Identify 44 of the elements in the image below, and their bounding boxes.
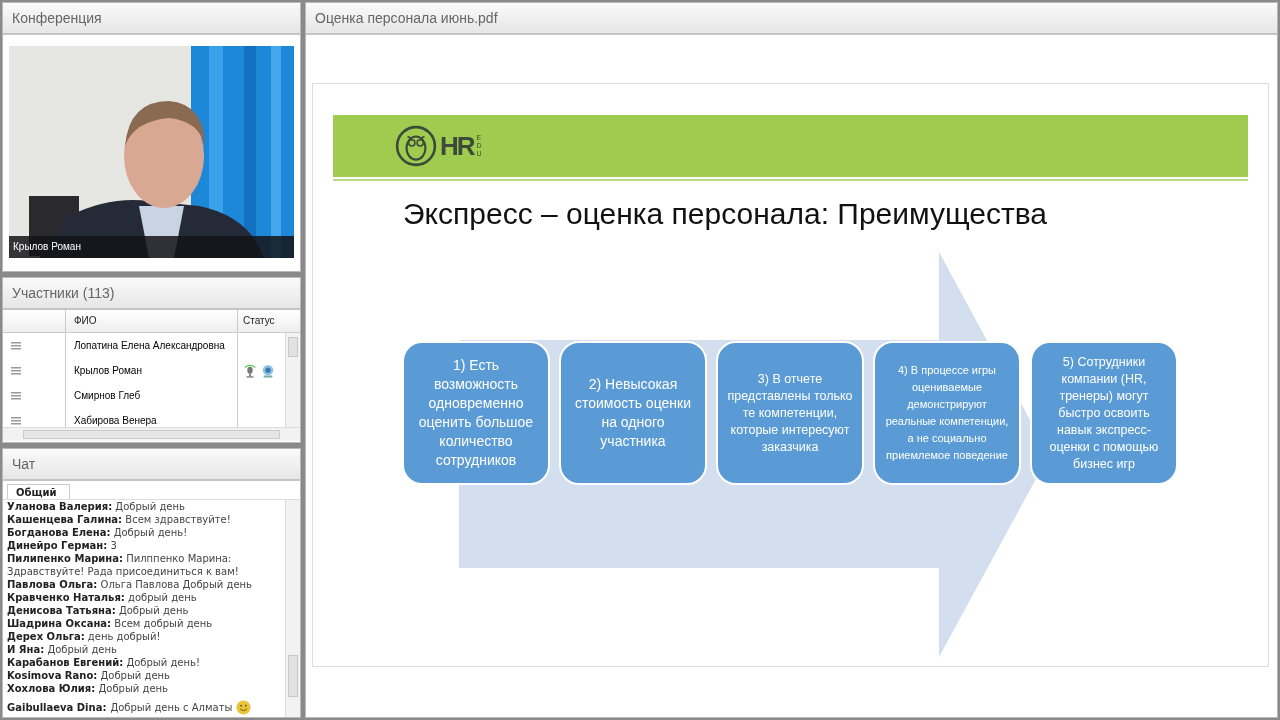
chat-message: Карабанов Евгений: Добрый день! bbox=[7, 656, 201, 669]
drag-handle-icon[interactable] bbox=[11, 416, 21, 425]
slide-heading: Экспресс – оценка персонала: Преимущества bbox=[403, 197, 1049, 231]
scrollbar[interactable] bbox=[3, 427, 300, 441]
scrollbar[interactable] bbox=[285, 333, 300, 427]
drag-handle-icon[interactable] bbox=[11, 391, 21, 400]
step-box: 1) Есть возможность одновременно оценить большое количество сотрудников bbox=[402, 341, 550, 485]
microphone-icon bbox=[243, 363, 257, 378]
chat-message: Хохлова Юлия: Добрый день bbox=[7, 682, 169, 695]
participant-name: Крылов Роман bbox=[74, 365, 142, 376]
scrollbar[interactable] bbox=[285, 500, 300, 717]
step-box: 2) Невысокая стоимость оценки на одного участника bbox=[559, 341, 707, 485]
chat-message: Gaibullaeva Dina: Добрый день с Алматы bbox=[7, 700, 285, 715]
chat-message: Дерех Ольга: день добрый! bbox=[7, 630, 162, 643]
video-caption: Крылов Роман bbox=[9, 236, 294, 258]
column-header[interactable]: Статус bbox=[237, 310, 300, 332]
chat-message: Кашенцева Галина: Всем здравствуйте! bbox=[7, 513, 232, 526]
column-header[interactable]: ФИО bbox=[65, 310, 237, 332]
step-box: 3) В отчете представлены только те компетенции, которые интересуют заказчика bbox=[716, 341, 864, 485]
logo-text: HR bbox=[440, 130, 474, 162]
chat-message: Kosimova Rano: Добрый день bbox=[7, 669, 171, 682]
participant-name: Лопатина Елена Александровна bbox=[74, 340, 225, 351]
panel-title: Конференция bbox=[3, 3, 300, 35]
chat-message: Пилипенко Марина: Пилппенко Марина: Здравствуйте! Рада присоединиться к вам! bbox=[7, 552, 240, 578]
chat-message: Богданова Елена: Добрый день! bbox=[7, 526, 189, 539]
chat-message: Шадрина Оксана: Всем добрый день bbox=[7, 617, 214, 630]
webcam-icon bbox=[261, 363, 275, 378]
chat-message: И Яна: Добрый день bbox=[7, 643, 118, 656]
chat-tab[interactable]: Общий bbox=[7, 484, 70, 499]
panel-title: Чат bbox=[3, 449, 300, 481]
participant-name: Хабирова Венера bbox=[74, 415, 157, 426]
owl-logo-icon bbox=[395, 125, 437, 167]
panel-title: Оценка персонала июнь.pdf bbox=[306, 3, 1277, 35]
chat-message: Уланова Валерия: Добрый день bbox=[7, 500, 186, 513]
chat-message: Павлова Ольга: Ольга Павлова Добрый день bbox=[7, 578, 253, 591]
panel-title: Участники (113) bbox=[3, 278, 300, 310]
step-box: 4) В процессе игры оцениваемые демонстрируют реальные компетенции, а не социально приемлемое поведение bbox=[873, 341, 1021, 485]
drag-handle-icon[interactable] bbox=[11, 341, 21, 350]
chat-message: Кравченко Наталья: добрый день bbox=[7, 591, 198, 604]
participant-name: Смирнов Глеб bbox=[74, 390, 141, 401]
chat-message: Динейро Герман: 3 bbox=[7, 539, 118, 552]
step-box: 5) Сотрудники компании (HR, тренеры) могут быстро освоить навык экспресс-оценки с помощью бизнес игр bbox=[1030, 341, 1178, 485]
chat-message: Денисова Татьяна: Добрый день bbox=[7, 604, 190, 617]
drag-handle-icon[interactable] bbox=[11, 366, 21, 375]
